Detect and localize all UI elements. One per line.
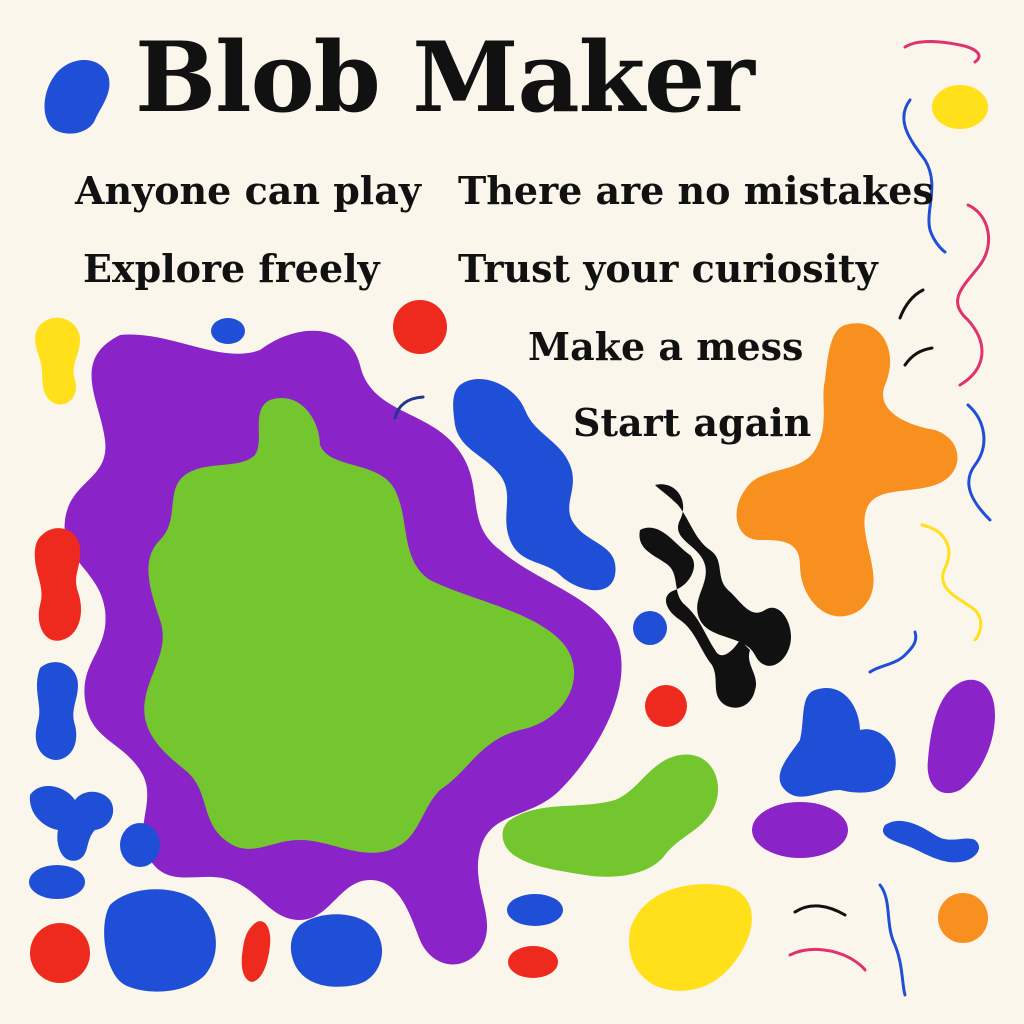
phrase-trust-curiosity: Trust your curiosity (458, 246, 878, 291)
yellow-squiggle-right (920, 523, 983, 642)
orange-dot (938, 893, 988, 943)
blue-dot-small (633, 611, 667, 645)
yellow-left-blob (35, 317, 80, 405)
red-left-blob (34, 528, 82, 641)
pink-squiggle-right (956, 203, 990, 387)
black-arc-2 (903, 346, 934, 367)
phrase-start-again: Start again (573, 400, 812, 445)
red-dot-small (645, 685, 687, 727)
black-squiggle-bottom (793, 904, 847, 917)
blue-left-blob (35, 662, 78, 760)
blue-bottom-blob (290, 914, 383, 987)
phrase-anyone-can-play: Anyone can play (75, 168, 421, 213)
blue-title-blob (44, 60, 110, 134)
blue-squiggle-small (868, 630, 918, 674)
blue-circle-small (120, 823, 160, 867)
red-dot-top (393, 300, 447, 354)
black-arc-1 (898, 288, 925, 320)
blue-left-lower-blob (29, 785, 114, 861)
red-small-pill (508, 946, 558, 978)
blue-pill-left (29, 865, 85, 899)
pink-squiggle-top (903, 40, 981, 64)
yellow-top-blob (932, 85, 988, 129)
red-bottom-pill (241, 921, 271, 982)
blue-cloud-blob (779, 688, 896, 797)
blue-dot-top (211, 318, 245, 344)
purple-tall-blob (927, 679, 995, 794)
pink-squiggle-bottom (788, 948, 867, 972)
page-title: Blob Maker (135, 21, 755, 134)
blue-small-pill (507, 894, 563, 926)
purple-oval-blob (752, 802, 848, 858)
blob-artwork (29, 40, 995, 997)
blue-worm-blob (882, 820, 980, 863)
poster: Blob Maker Anyone can play There are no … (0, 0, 1024, 1024)
yellow-oval-blob (629, 884, 752, 991)
red-bottom-circle (30, 923, 90, 983)
phrase-explore-freely: Explore freely (83, 246, 380, 291)
phrase-no-mistakes: There are no mistakes (458, 168, 934, 213)
phrase-make-a-mess: Make a mess (528, 324, 804, 369)
blue-large-bottom-blob (104, 889, 216, 992)
blue-squiggle-bottom (878, 883, 907, 997)
blue-squiggle-right (966, 403, 992, 522)
